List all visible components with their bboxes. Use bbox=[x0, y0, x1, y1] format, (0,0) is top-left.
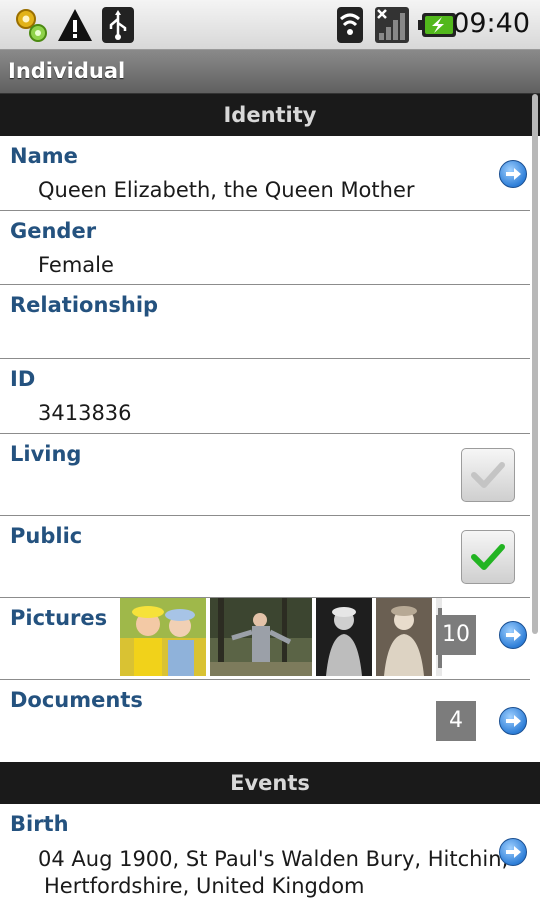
gender-row: Gender Female bbox=[0, 211, 530, 285]
arrow-right-icon bbox=[506, 846, 521, 858]
birth-value-line2: Hertfordshire, United Kingdom bbox=[44, 874, 365, 898]
picture-thumbnail[interactable] bbox=[316, 598, 372, 676]
name-label: Name bbox=[10, 144, 78, 168]
documents-count-badge: 4 bbox=[436, 701, 476, 741]
documents-label: Documents bbox=[10, 688, 143, 712]
birth-value-line1: 04 Aug 1900, St Paul's Walden Bury, Hitc… bbox=[38, 847, 509, 871]
pictures-label: Pictures bbox=[10, 606, 108, 630]
title-bar: Individual bbox=[0, 50, 540, 94]
pictures-row[interactable]: Pictures 10 bbox=[0, 598, 530, 680]
picture-thumbnail[interactable] bbox=[120, 598, 206, 676]
name-value: Queen Elizabeth, the Queen Mother bbox=[38, 178, 415, 202]
birth-label: Birth bbox=[10, 812, 69, 836]
id-value: 3413836 bbox=[38, 401, 132, 425]
section-header-events: Events bbox=[0, 762, 540, 804]
check-icon bbox=[471, 544, 505, 570]
id-label: ID bbox=[10, 367, 36, 391]
clock: 09:40 bbox=[452, 8, 530, 39]
arrow-right-icon bbox=[506, 629, 521, 641]
pictures-strip[interactable] bbox=[120, 598, 442, 676]
settings-gear-icon bbox=[16, 9, 47, 42]
living-checkbox[interactable] bbox=[461, 448, 515, 502]
relationship-row: Relationship bbox=[0, 285, 530, 359]
picture-thumbnail[interactable] bbox=[376, 598, 432, 676]
public-checkbox[interactable] bbox=[461, 530, 515, 584]
warning-icon bbox=[58, 9, 92, 41]
no-signal-icon bbox=[375, 7, 409, 43]
public-row: Public bbox=[0, 516, 530, 598]
living-row: Living bbox=[0, 434, 530, 516]
status-bar: 09:40 bbox=[0, 0, 540, 50]
usb-icon bbox=[102, 7, 134, 43]
id-row: ID 3413836 bbox=[0, 359, 530, 434]
name-row[interactable]: Name Queen Elizabeth, the Queen Mother bbox=[0, 136, 530, 211]
scrollbar[interactable] bbox=[532, 94, 538, 634]
pictures-count-badge: 10 bbox=[436, 615, 476, 655]
gender-label: Gender bbox=[10, 219, 97, 243]
page-title: Individual bbox=[8, 59, 126, 83]
picture-thumbnail[interactable] bbox=[210, 598, 312, 676]
wifi-icon bbox=[337, 7, 363, 43]
living-label: Living bbox=[10, 442, 82, 466]
arrow-right-icon bbox=[506, 168, 521, 180]
section-header-identity: Identity bbox=[0, 94, 540, 136]
individual-details[interactable]: Identity Name Queen Elizabeth, the Queen… bbox=[0, 94, 540, 900]
name-arrow-button[interactable] bbox=[499, 160, 527, 188]
birth-arrow-button[interactable] bbox=[499, 838, 527, 866]
documents-row[interactable]: Documents 4 bbox=[0, 680, 530, 762]
arrow-right-icon bbox=[506, 715, 521, 727]
check-icon-disabled bbox=[471, 462, 505, 488]
public-label: Public bbox=[10, 524, 83, 548]
relationship-label: Relationship bbox=[10, 293, 159, 317]
gender-value: Female bbox=[38, 253, 114, 277]
pictures-arrow-button[interactable] bbox=[499, 621, 527, 649]
documents-arrow-button[interactable] bbox=[499, 707, 527, 735]
birth-row[interactable]: Birth 04 Aug 1900, St Paul's Walden Bury… bbox=[0, 804, 530, 900]
